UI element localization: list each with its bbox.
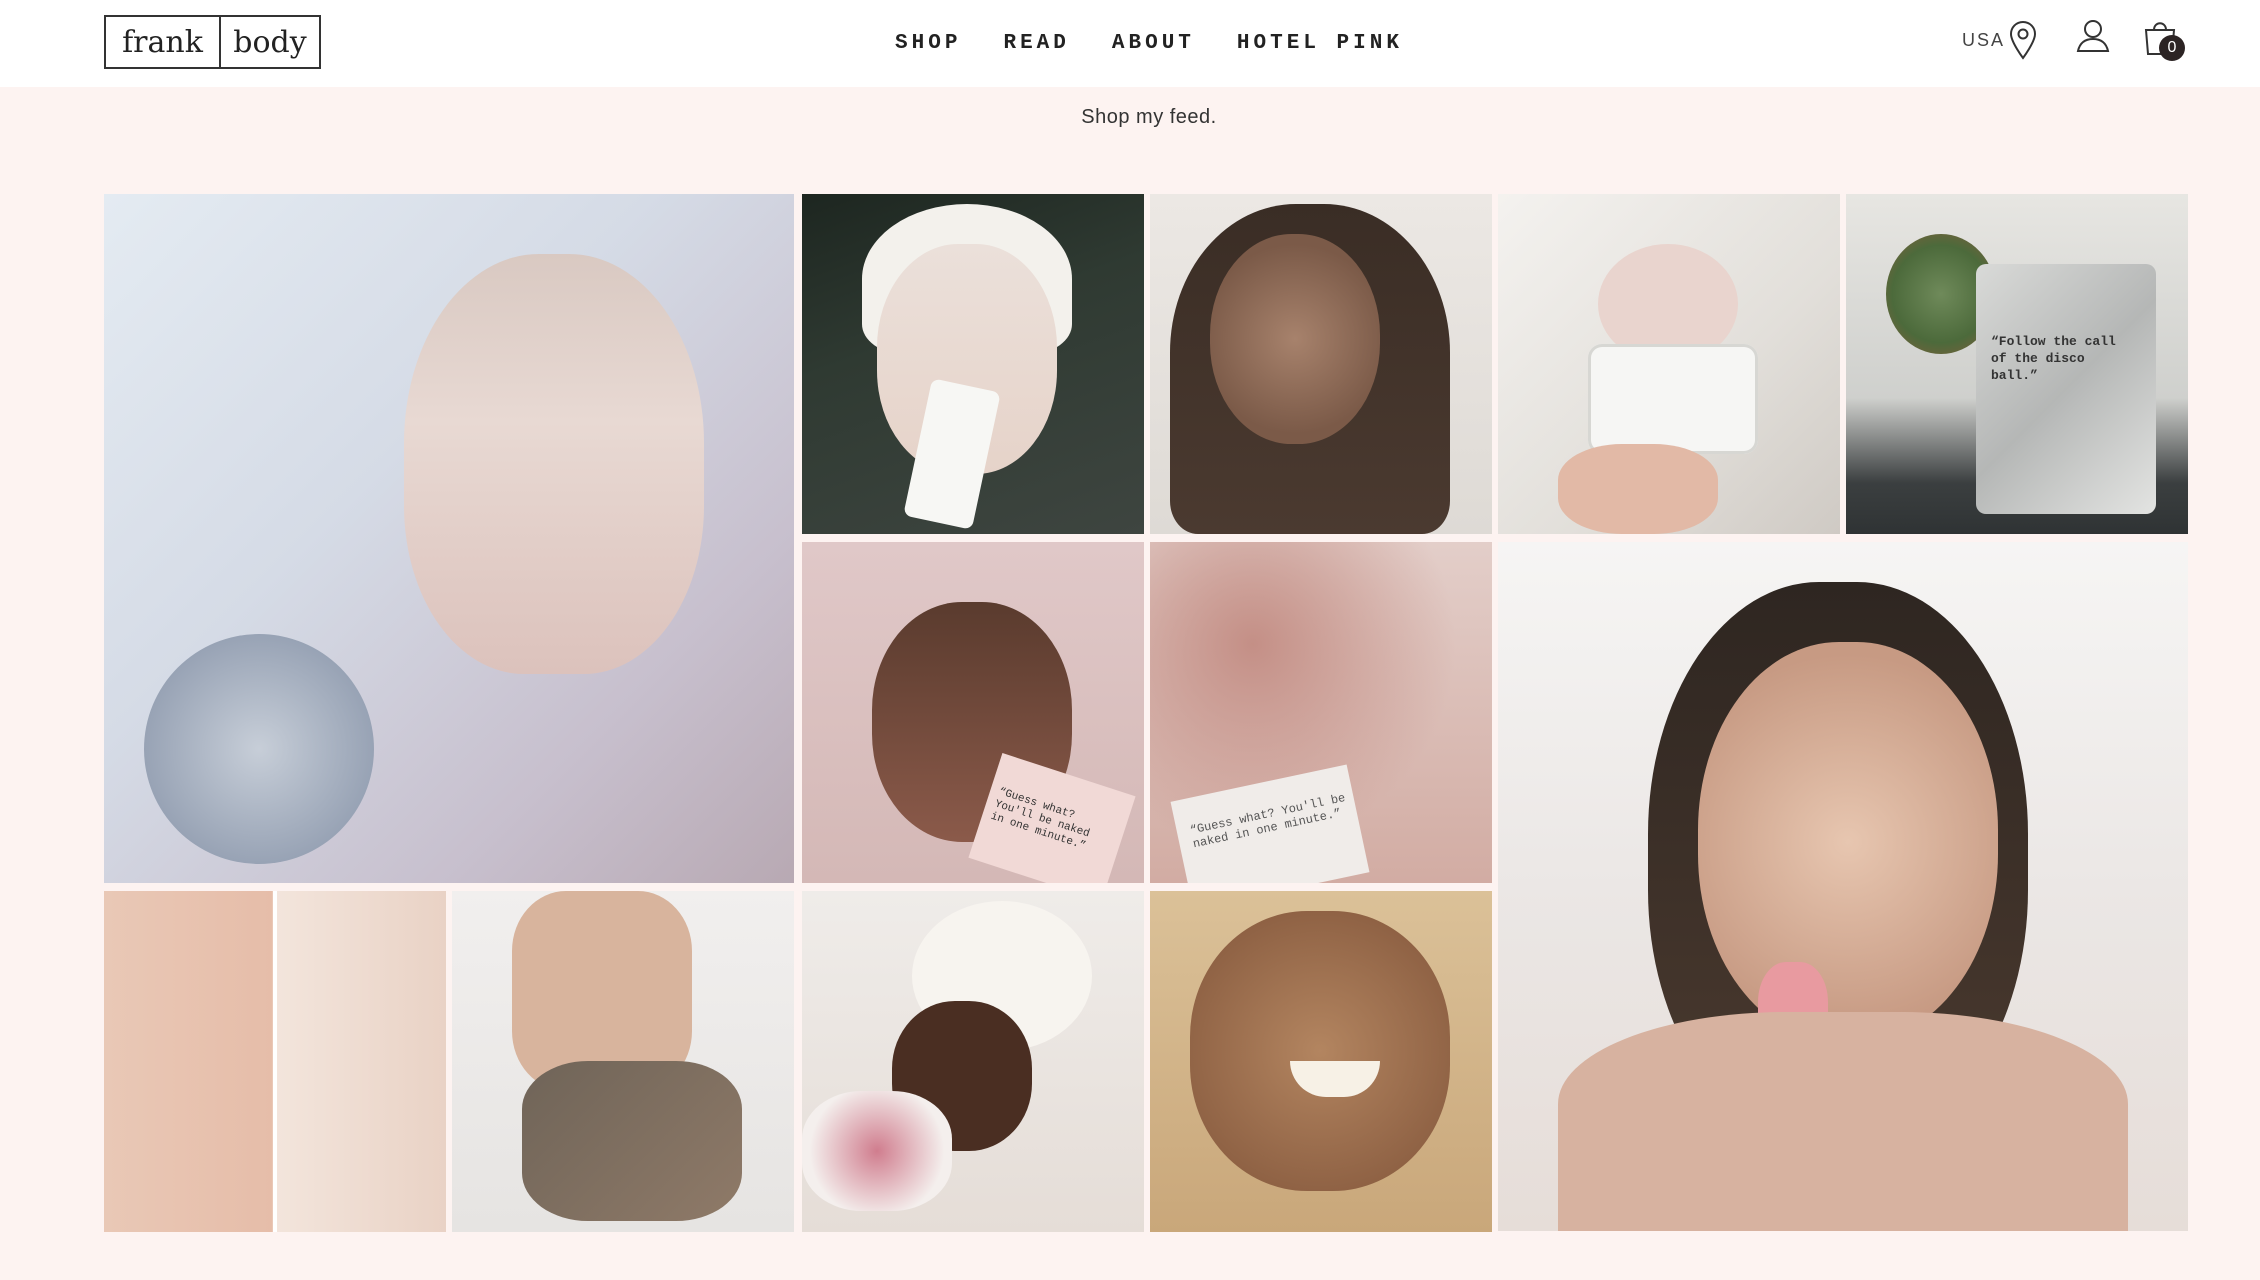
feed-post[interactable]: “Guess what? You'll be naked in one minu…: [1150, 542, 1492, 883]
brand-logo[interactable]: frank body: [104, 15, 321, 69]
feed-post[interactable]: [104, 194, 794, 883]
feed-post[interactable]: [1150, 194, 1492, 534]
account-icon[interactable]: [2076, 18, 2110, 54]
feed-post[interactable]: [104, 891, 446, 1232]
feed-post[interactable]: [1498, 194, 1840, 534]
feed-title: Shop my feed.: [1081, 106, 1217, 128]
feed-post[interactable]: “Follow the call of the disco ball.”: [1846, 194, 2188, 534]
nav-hotel-pink[interactable]: HOTEL PINK: [1237, 32, 1403, 55]
logo-right-text: body: [233, 24, 307, 60]
site-header: frank body SHOP READ ABOUT HOTEL PINK US…: [0, 0, 2260, 87]
feed-post[interactable]: [802, 891, 1144, 1232]
main-nav: SHOP READ ABOUT HOTEL PINK: [0, 0, 2260, 87]
location-pin-icon[interactable]: [2009, 20, 2037, 62]
feed-post[interactable]: [452, 891, 794, 1232]
feed-post[interactable]: [1150, 891, 1492, 1232]
nav-about[interactable]: ABOUT: [1112, 32, 1195, 55]
pouch-text: “Follow the call of the disco ball.”: [1991, 334, 2116, 383]
feed-post[interactable]: “Guess what? You'll be naked in one minu…: [802, 542, 1144, 883]
cart-count-badge: 0: [2159, 35, 2185, 61]
region-selector[interactable]: USA: [1962, 30, 2005, 51]
logo-left-text: frank: [106, 17, 221, 67]
feed-post[interactable]: [802, 194, 1144, 534]
feed-post[interactable]: [1498, 542, 2188, 1231]
nav-shop[interactable]: SHOP: [895, 32, 961, 55]
nav-read[interactable]: READ: [1003, 32, 1069, 55]
